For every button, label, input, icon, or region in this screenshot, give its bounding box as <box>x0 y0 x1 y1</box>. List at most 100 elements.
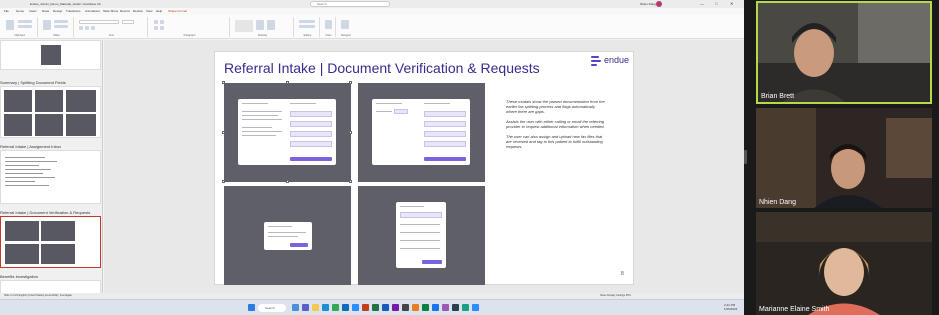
slide-canvas[interactable]: Referral Intake | Document Verification … <box>214 51 634 285</box>
screenshot-panel-1[interactable] <box>222 81 352 183</box>
panel-resize-handle[interactable] <box>744 150 747 164</box>
slide-thumbnail[interactable] <box>0 280 101 293</box>
app-icon[interactable] <box>402 304 409 311</box>
close-icon[interactable]: ✕ <box>730 0 733 8</box>
shapes-gallery[interactable] <box>235 20 253 32</box>
group-label: Clipboard <box>14 34 25 37</box>
layout-icon[interactable] <box>54 20 68 23</box>
underline-icon[interactable] <box>91 26 95 30</box>
app-icon[interactable] <box>452 304 459 311</box>
font-size-dropdown[interactable] <box>122 20 134 24</box>
resize-handle[interactable] <box>349 180 352 183</box>
arrange-icon[interactable] <box>256 20 264 30</box>
thumbnail-panel <box>4 114 32 136</box>
modal-text-line <box>400 232 440 233</box>
system-clock[interactable]: 2:41 PM 1/25/2022 <box>724 303 737 311</box>
windows-start-icon[interactable] <box>248 304 255 311</box>
tab-view[interactable]: View <box>146 8 152 15</box>
slide-description[interactable]: These modals show the parsed documentati… <box>506 99 606 154</box>
tab-review[interactable]: Review <box>133 8 143 15</box>
app-icon[interactable] <box>412 304 419 311</box>
thumbnail-line <box>5 165 39 166</box>
modal-field <box>424 121 466 127</box>
copy-icon[interactable] <box>18 25 32 28</box>
resize-handle[interactable] <box>222 131 225 134</box>
resize-handle[interactable] <box>222 180 225 183</box>
thumbnail-panel <box>35 90 63 112</box>
tab-slide-show[interactable]: Slide Show <box>103 8 118 15</box>
reset-icon[interactable] <box>54 25 68 28</box>
slide-thumbnail[interactable] <box>0 150 101 204</box>
tab-insert[interactable]: Insert <box>29 8 37 15</box>
find-icon[interactable] <box>299 20 315 23</box>
taskbar-search[interactable]: Search <box>258 304 286 312</box>
tab-animations[interactable]: Animations <box>85 8 100 15</box>
thumbnail-line <box>5 169 51 170</box>
video-tile-active-speaker[interactable]: Brian Brett <box>756 1 932 104</box>
teams-icon[interactable] <box>302 304 309 311</box>
numbering-icon[interactable] <box>160 20 164 24</box>
tab-transitions[interactable]: Transitions <box>66 8 81 15</box>
app-icon[interactable] <box>462 304 469 311</box>
italic-icon[interactable] <box>85 26 89 30</box>
word-icon[interactable] <box>382 304 389 311</box>
slide-thumbnail[interactable] <box>0 40 101 70</box>
outlook-icon[interactable] <box>342 304 349 311</box>
thumbnail-panel <box>35 114 63 136</box>
slide-thumbnail-selected[interactable] <box>0 216 101 268</box>
dictate-icon[interactable] <box>325 20 332 29</box>
cut-icon[interactable] <box>18 20 32 23</box>
onenote-icon[interactable] <box>392 304 399 311</box>
edge-icon[interactable] <box>322 304 329 311</box>
search-box[interactable]: Search <box>310 1 390 7</box>
bold-icon[interactable] <box>79 26 83 30</box>
video-tile[interactable]: Marianne Elaine Smith <box>756 212 932 315</box>
tab-home[interactable]: Home <box>16 8 24 15</box>
thumbnail-title: Benefits Investigation <box>0 274 39 279</box>
paste-icon[interactable] <box>6 20 14 30</box>
ribbon-group-drawing: Drawing <box>232 17 294 37</box>
app-icon[interactable] <box>472 304 479 311</box>
minimize-icon[interactable]: — <box>700 0 704 8</box>
quick-styles-icon[interactable] <box>267 20 275 30</box>
app-icon[interactable] <box>422 304 429 311</box>
maximize-icon[interactable]: □ <box>715 0 717 8</box>
resize-handle[interactable] <box>222 81 225 84</box>
app-icon[interactable] <box>432 304 439 311</box>
tab-design[interactable]: Design <box>53 8 62 15</box>
resize-handle[interactable] <box>349 81 352 84</box>
font-dropdown[interactable] <box>79 20 119 24</box>
tab-record[interactable]: Record <box>120 8 130 15</box>
video-tile[interactable]: Nhien Dang <box>756 108 932 208</box>
participant-name: Marianne Elaine Smith <box>759 306 830 313</box>
zoom-icon[interactable] <box>352 304 359 311</box>
group-label: Font <box>108 34 114 37</box>
align-center-icon[interactable] <box>160 26 164 30</box>
new-slide-icon[interactable] <box>43 20 51 30</box>
slide-title[interactable]: Referral Intake | Document Verification … <box>224 60 540 76</box>
resize-handle[interactable] <box>349 131 352 134</box>
designer-icon[interactable] <box>341 20 349 29</box>
slide-editor[interactable]: Referral Intake | Document Verification … <box>104 40 744 293</box>
chrome-icon[interactable] <box>332 304 339 311</box>
bullets-icon[interactable] <box>154 20 158 24</box>
align-left-icon[interactable] <box>154 26 158 30</box>
powerpoint-icon[interactable] <box>362 304 369 311</box>
tab-help[interactable]: Help <box>156 8 162 15</box>
resize-handle[interactable] <box>286 180 289 183</box>
replace-icon[interactable] <box>299 25 315 28</box>
excel-icon[interactable] <box>372 304 379 311</box>
modal-text-line <box>376 111 392 112</box>
resize-handle[interactable] <box>286 81 289 84</box>
task-view-icon[interactable] <box>292 304 299 311</box>
modal-text-line <box>268 236 298 237</box>
tab-file[interactable]: File <box>4 8 9 15</box>
slide-thumbnail-pane[interactable]: Summary | Splitting Document Fields Refe… <box>0 40 103 293</box>
tab-draw[interactable]: Draw <box>42 8 49 15</box>
ribbon-group-paragraph: Paragraph <box>150 17 230 37</box>
file-explorer-icon[interactable] <box>312 304 319 311</box>
screenshot-panel-4 <box>358 186 485 285</box>
avatar[interactable] <box>656 1 662 7</box>
slide-thumbnail[interactable] <box>0 86 101 138</box>
app-icon[interactable] <box>442 304 449 311</box>
